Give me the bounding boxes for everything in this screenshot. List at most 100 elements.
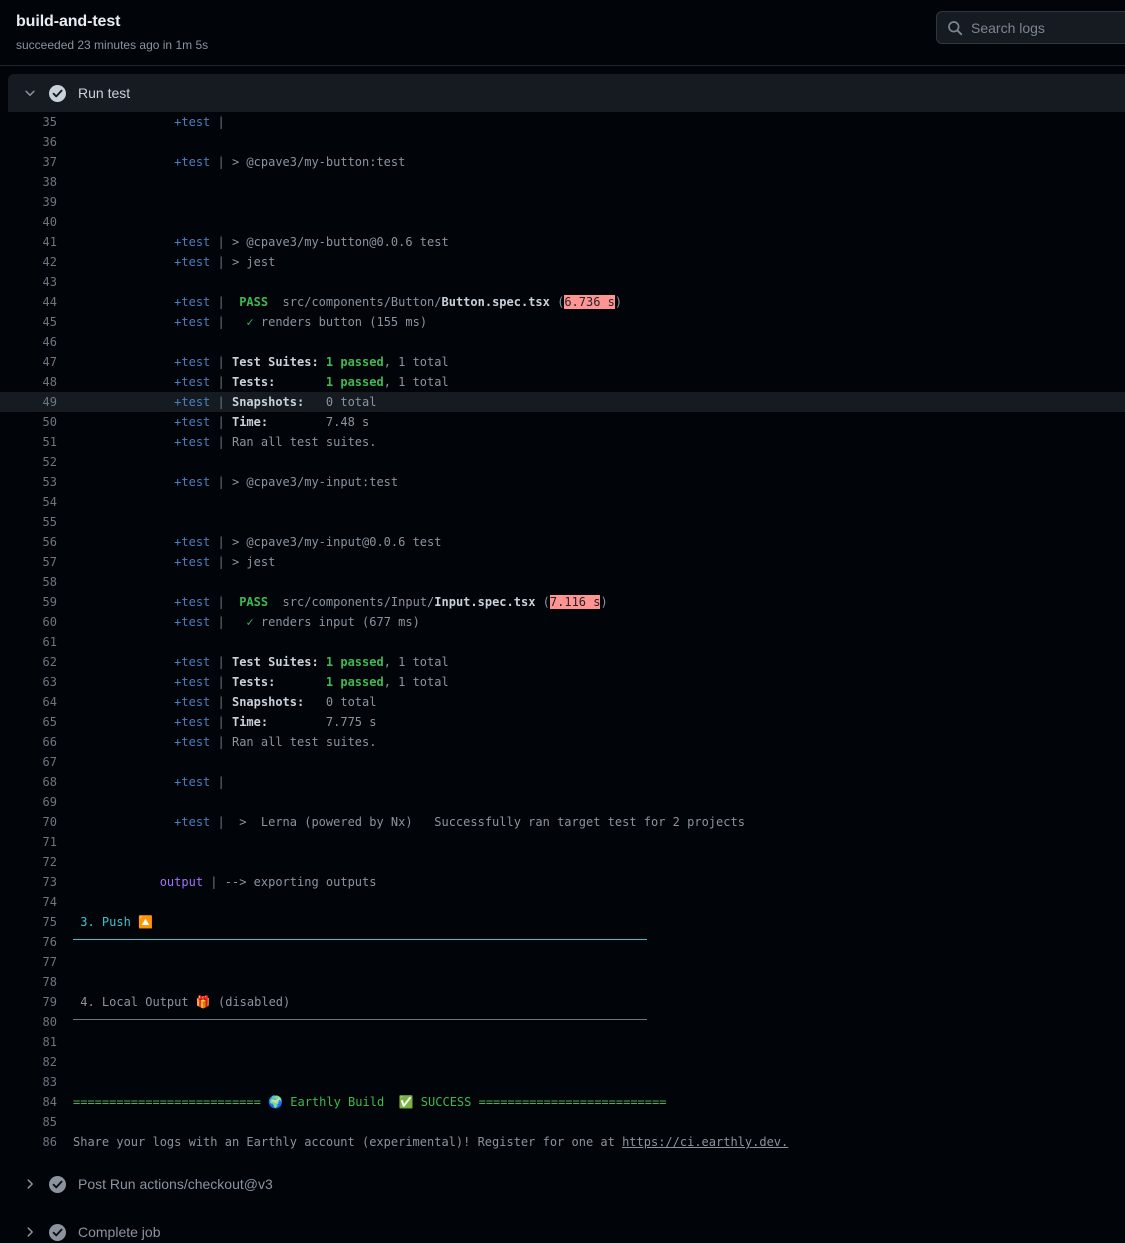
- log-line[interactable]: 45 +test | ✓ renders button (155 ms): [0, 312, 1125, 332]
- log-line[interactable]: 70 +test | > Lerna (powered by Nx) Succe…: [0, 812, 1125, 832]
- log-text: +test: [174, 295, 210, 309]
- log-line[interactable]: 43: [0, 272, 1125, 292]
- log-line[interactable]: 69: [0, 792, 1125, 812]
- log-line[interactable]: 41 +test | > @cpave3/my-button@0.0.6 tes…: [0, 232, 1125, 252]
- log-line-number: 47: [0, 352, 57, 372]
- log-line-content: +test | Test Suites: 1 passed, 1 total: [57, 352, 1125, 372]
- log-line[interactable]: 77: [0, 952, 1125, 972]
- log-text: 0 total: [326, 395, 377, 409]
- log-line-content: +test | > @cpave3/my-button@0.0.6 test: [57, 232, 1125, 252]
- log-line[interactable]: 37 +test | > @cpave3/my-button:test: [0, 152, 1125, 172]
- log-line[interactable]: 59 +test | PASS src/components/Input/Inp…: [0, 592, 1125, 612]
- emoji-icon: ✅: [399, 1095, 414, 1109]
- log-line[interactable]: 61: [0, 632, 1125, 652]
- log-line[interactable]: 42 +test | > jest: [0, 252, 1125, 272]
- log-line[interactable]: 75 3. Push 🔼: [0, 912, 1125, 932]
- log-text: , 1 total: [384, 655, 449, 669]
- search-input[interactable]: [971, 18, 1125, 38]
- log-line[interactable]: 50 +test | Time: 7.48 s: [0, 412, 1125, 432]
- log-line[interactable]: 80: [0, 1012, 1125, 1032]
- log-line[interactable]: 55: [0, 512, 1125, 532]
- log-text: +test: [174, 155, 210, 169]
- log-line[interactable]: 86Share your logs with an Earthly accoun…: [0, 1132, 1125, 1152]
- log-line[interactable]: 79 4. Local Output 🎁 (disabled): [0, 992, 1125, 1012]
- log-line-content: 3. Push 🔼: [57, 912, 1125, 932]
- log-line[interactable]: 60 +test | ✓ renders input (677 ms): [0, 612, 1125, 632]
- log-line[interactable]: 67: [0, 752, 1125, 772]
- log-line[interactable]: 84========================== 🌍 Earthly B…: [0, 1092, 1125, 1112]
- log-text: |: [210, 775, 232, 789]
- log-line[interactable]: 38: [0, 172, 1125, 192]
- log-text: [73, 255, 174, 269]
- log-line-number: 71: [0, 832, 57, 852]
- log-text: [232, 615, 246, 629]
- log-line-number: 46: [0, 332, 57, 352]
- log-text: [73, 295, 174, 309]
- log-line[interactable]: 36: [0, 132, 1125, 152]
- log-text: PASS: [239, 595, 268, 609]
- log-link[interactable]: https://ci.earthly.dev.: [622, 1135, 788, 1149]
- log-text: |: [210, 315, 232, 329]
- log-text: --> exporting outputs: [225, 875, 377, 889]
- log-line[interactable]: 35 +test |: [0, 112, 1125, 132]
- log-line[interactable]: 54: [0, 492, 1125, 512]
- log-text: [73, 315, 174, 329]
- log-line-number: 86: [0, 1132, 57, 1152]
- log-text: 1 passed: [326, 675, 384, 689]
- log-text: Input.spec.tsx: [434, 595, 535, 609]
- log-line-number: 67: [0, 752, 57, 772]
- step-header-post-run-checkout[interactable]: Post Run actions/checkout@v3: [8, 1164, 1125, 1204]
- log-text: 4. Local Output: [73, 995, 196, 1009]
- log-line[interactable]: 85: [0, 1112, 1125, 1132]
- log-text: |: [210, 395, 232, 409]
- log-line[interactable]: 65 +test | Time: 7.775 s: [0, 712, 1125, 732]
- log-line[interactable]: 49 +test | Snapshots: 0 total: [0, 392, 1125, 412]
- chevron-down-icon: [20, 83, 40, 103]
- log-line[interactable]: 71: [0, 832, 1125, 852]
- log-line-number: 61: [0, 632, 57, 652]
- step-header-complete-job[interactable]: Complete job: [8, 1212, 1125, 1243]
- log-text: 1 passed: [326, 655, 384, 669]
- search-logs-box[interactable]: [936, 11, 1125, 44]
- log-text: |: [210, 355, 232, 369]
- log-text: ): [615, 295, 622, 309]
- log-line[interactable]: 73 output | --> exporting outputs: [0, 872, 1125, 892]
- log-line[interactable]: 46: [0, 332, 1125, 352]
- log-line[interactable]: 40: [0, 212, 1125, 232]
- log-text: |: [210, 815, 232, 829]
- log-line[interactable]: 58: [0, 572, 1125, 592]
- log-output[interactable]: 35 +test | 3637 +test | > @cpave3/my-but…: [0, 112, 1125, 1156]
- log-line[interactable]: 72: [0, 852, 1125, 872]
- log-text: +test: [174, 415, 210, 429]
- log-line[interactable]: 62 +test | Test Suites: 1 passed, 1 tota…: [0, 652, 1125, 672]
- log-line[interactable]: 63 +test | Tests: 1 passed, 1 total: [0, 672, 1125, 692]
- log-text: |: [210, 695, 232, 709]
- log-line[interactable]: 66 +test | Ran all test suites.: [0, 732, 1125, 752]
- log-text: ✓: [246, 315, 253, 329]
- log-line[interactable]: 56 +test | > @cpave3/my-input@0.0.6 test: [0, 532, 1125, 552]
- log-text: [73, 155, 174, 169]
- log-line[interactable]: 53 +test | > @cpave3/my-input:test: [0, 472, 1125, 492]
- log-text: +test: [174, 375, 210, 389]
- log-line[interactable]: 48 +test | Tests: 1 passed, 1 total: [0, 372, 1125, 392]
- log-text: renders input (677 ms): [254, 615, 420, 629]
- log-line[interactable]: 76: [0, 932, 1125, 952]
- log-line[interactable]: 51 +test | Ran all test suites.: [0, 432, 1125, 452]
- log-text: , 1 total: [384, 675, 449, 689]
- log-line[interactable]: 83: [0, 1072, 1125, 1092]
- log-line[interactable]: 52: [0, 452, 1125, 472]
- log-line-number: 78: [0, 972, 57, 992]
- log-text: 0 total: [326, 695, 377, 709]
- log-line[interactable]: 39: [0, 192, 1125, 212]
- log-line[interactable]: 82: [0, 1052, 1125, 1072]
- log-line[interactable]: 81: [0, 1032, 1125, 1052]
- log-line[interactable]: 68 +test |: [0, 772, 1125, 792]
- log-line[interactable]: 74: [0, 892, 1125, 912]
- log-line[interactable]: 57 +test | > jest: [0, 552, 1125, 572]
- log-line[interactable]: 44 +test | PASS src/components/Button/Bu…: [0, 292, 1125, 312]
- step-header-run-test[interactable]: Run test: [8, 74, 1125, 112]
- log-line[interactable]: 64 +test | Snapshots: 0 total: [0, 692, 1125, 712]
- log-line-content: +test | > jest: [57, 552, 1125, 572]
- log-line[interactable]: 78: [0, 972, 1125, 992]
- log-line[interactable]: 47 +test | Test Suites: 1 passed, 1 tota…: [0, 352, 1125, 372]
